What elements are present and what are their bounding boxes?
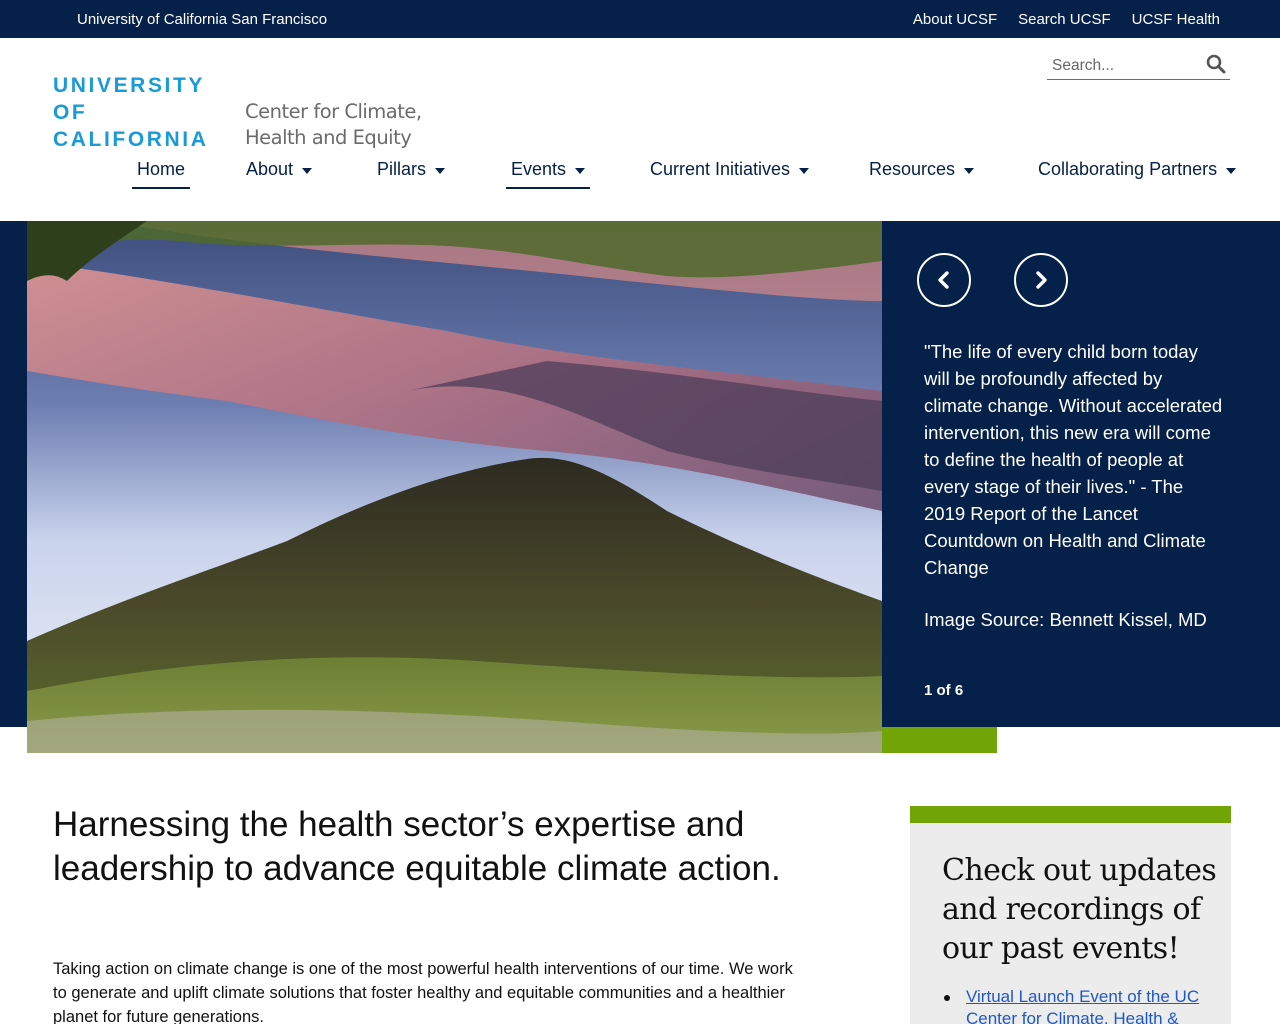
search-input[interactable]	[1047, 54, 1197, 78]
virtual-launch-event-link[interactable]: Virtual Launch Event of the UC Center fo…	[966, 987, 1199, 1024]
intro-paragraph: Taking action on climate change is one o…	[53, 960, 793, 1024]
about-ucsf-link[interactable]: About UCSF	[913, 11, 997, 28]
card-accent-bar	[910, 806, 1231, 823]
caret-down-icon	[575, 168, 586, 174]
event-links-list: Virtual Launch Event of the UC Center fo…	[942, 986, 1212, 1024]
chevron-left-icon	[938, 271, 949, 289]
hero-caption-panel: "The life of every child born today will…	[882, 221, 1280, 727]
utility-bar: University of California San Francisco A…	[0, 0, 1280, 38]
events-callout-card: Check out updates and recordings of our …	[910, 806, 1231, 1024]
caret-down-icon	[302, 168, 313, 174]
search-ucsf-link[interactable]: Search UCSF	[1018, 11, 1111, 28]
caret-down-icon	[964, 168, 975, 174]
utility-links: About UCSF Search UCSF UCSF Health	[913, 11, 1220, 28]
list-item: Virtual Launch Event of the UC Center fo…	[942, 986, 1212, 1024]
nav-home[interactable]: Home	[131, 159, 191, 189]
page-headline: Harnessing the health sector’s expertise…	[53, 805, 781, 888]
caret-down-icon	[435, 168, 446, 174]
main-nav: Home About Pillars Events Current Initia…	[0, 156, 1280, 192]
caret-down-icon	[799, 168, 810, 174]
chevron-right-icon	[1036, 271, 1047, 289]
hero-slide-image	[27, 221, 882, 753]
carousel-prev-button[interactable]	[917, 253, 971, 307]
search-icon[interactable]	[1206, 54, 1228, 76]
nav-collaborating-partners[interactable]: Collaborating Partners	[1038, 159, 1237, 180]
slide-counter: 1 of 6	[924, 682, 964, 699]
ucsf-health-link[interactable]: UCSF Health	[1132, 11, 1220, 28]
slide-image-source: Image Source: Bennett Kissel, MD	[924, 609, 1207, 630]
site-search	[1047, 52, 1230, 80]
nav-about[interactable]: About	[246, 159, 313, 180]
nav-pillars[interactable]: Pillars	[377, 159, 446, 180]
nav-current-initiatives[interactable]: Current Initiatives	[650, 159, 810, 180]
caret-down-icon	[1226, 168, 1237, 174]
slide-quote: "The life of every child born today will…	[924, 341, 1223, 578]
center-name-logo[interactable]: Center for Climate, Health and Equity	[245, 99, 422, 151]
site-header: UNIVERSITY OF CALIFORNIA Center for Clim…	[0, 38, 1280, 221]
card-title: Check out updates and recordings of our …	[942, 853, 1217, 966]
nav-events[interactable]: Events	[505, 159, 591, 189]
ucsf-org-name[interactable]: University of California San Francisco	[77, 11, 327, 28]
carousel-next-button[interactable]	[1014, 253, 1068, 307]
university-of-california-logo[interactable]: UNIVERSITY OF CALIFORNIA	[53, 72, 209, 153]
slide-progress-bar	[882, 727, 997, 753]
nav-resources[interactable]: Resources	[869, 159, 975, 180]
